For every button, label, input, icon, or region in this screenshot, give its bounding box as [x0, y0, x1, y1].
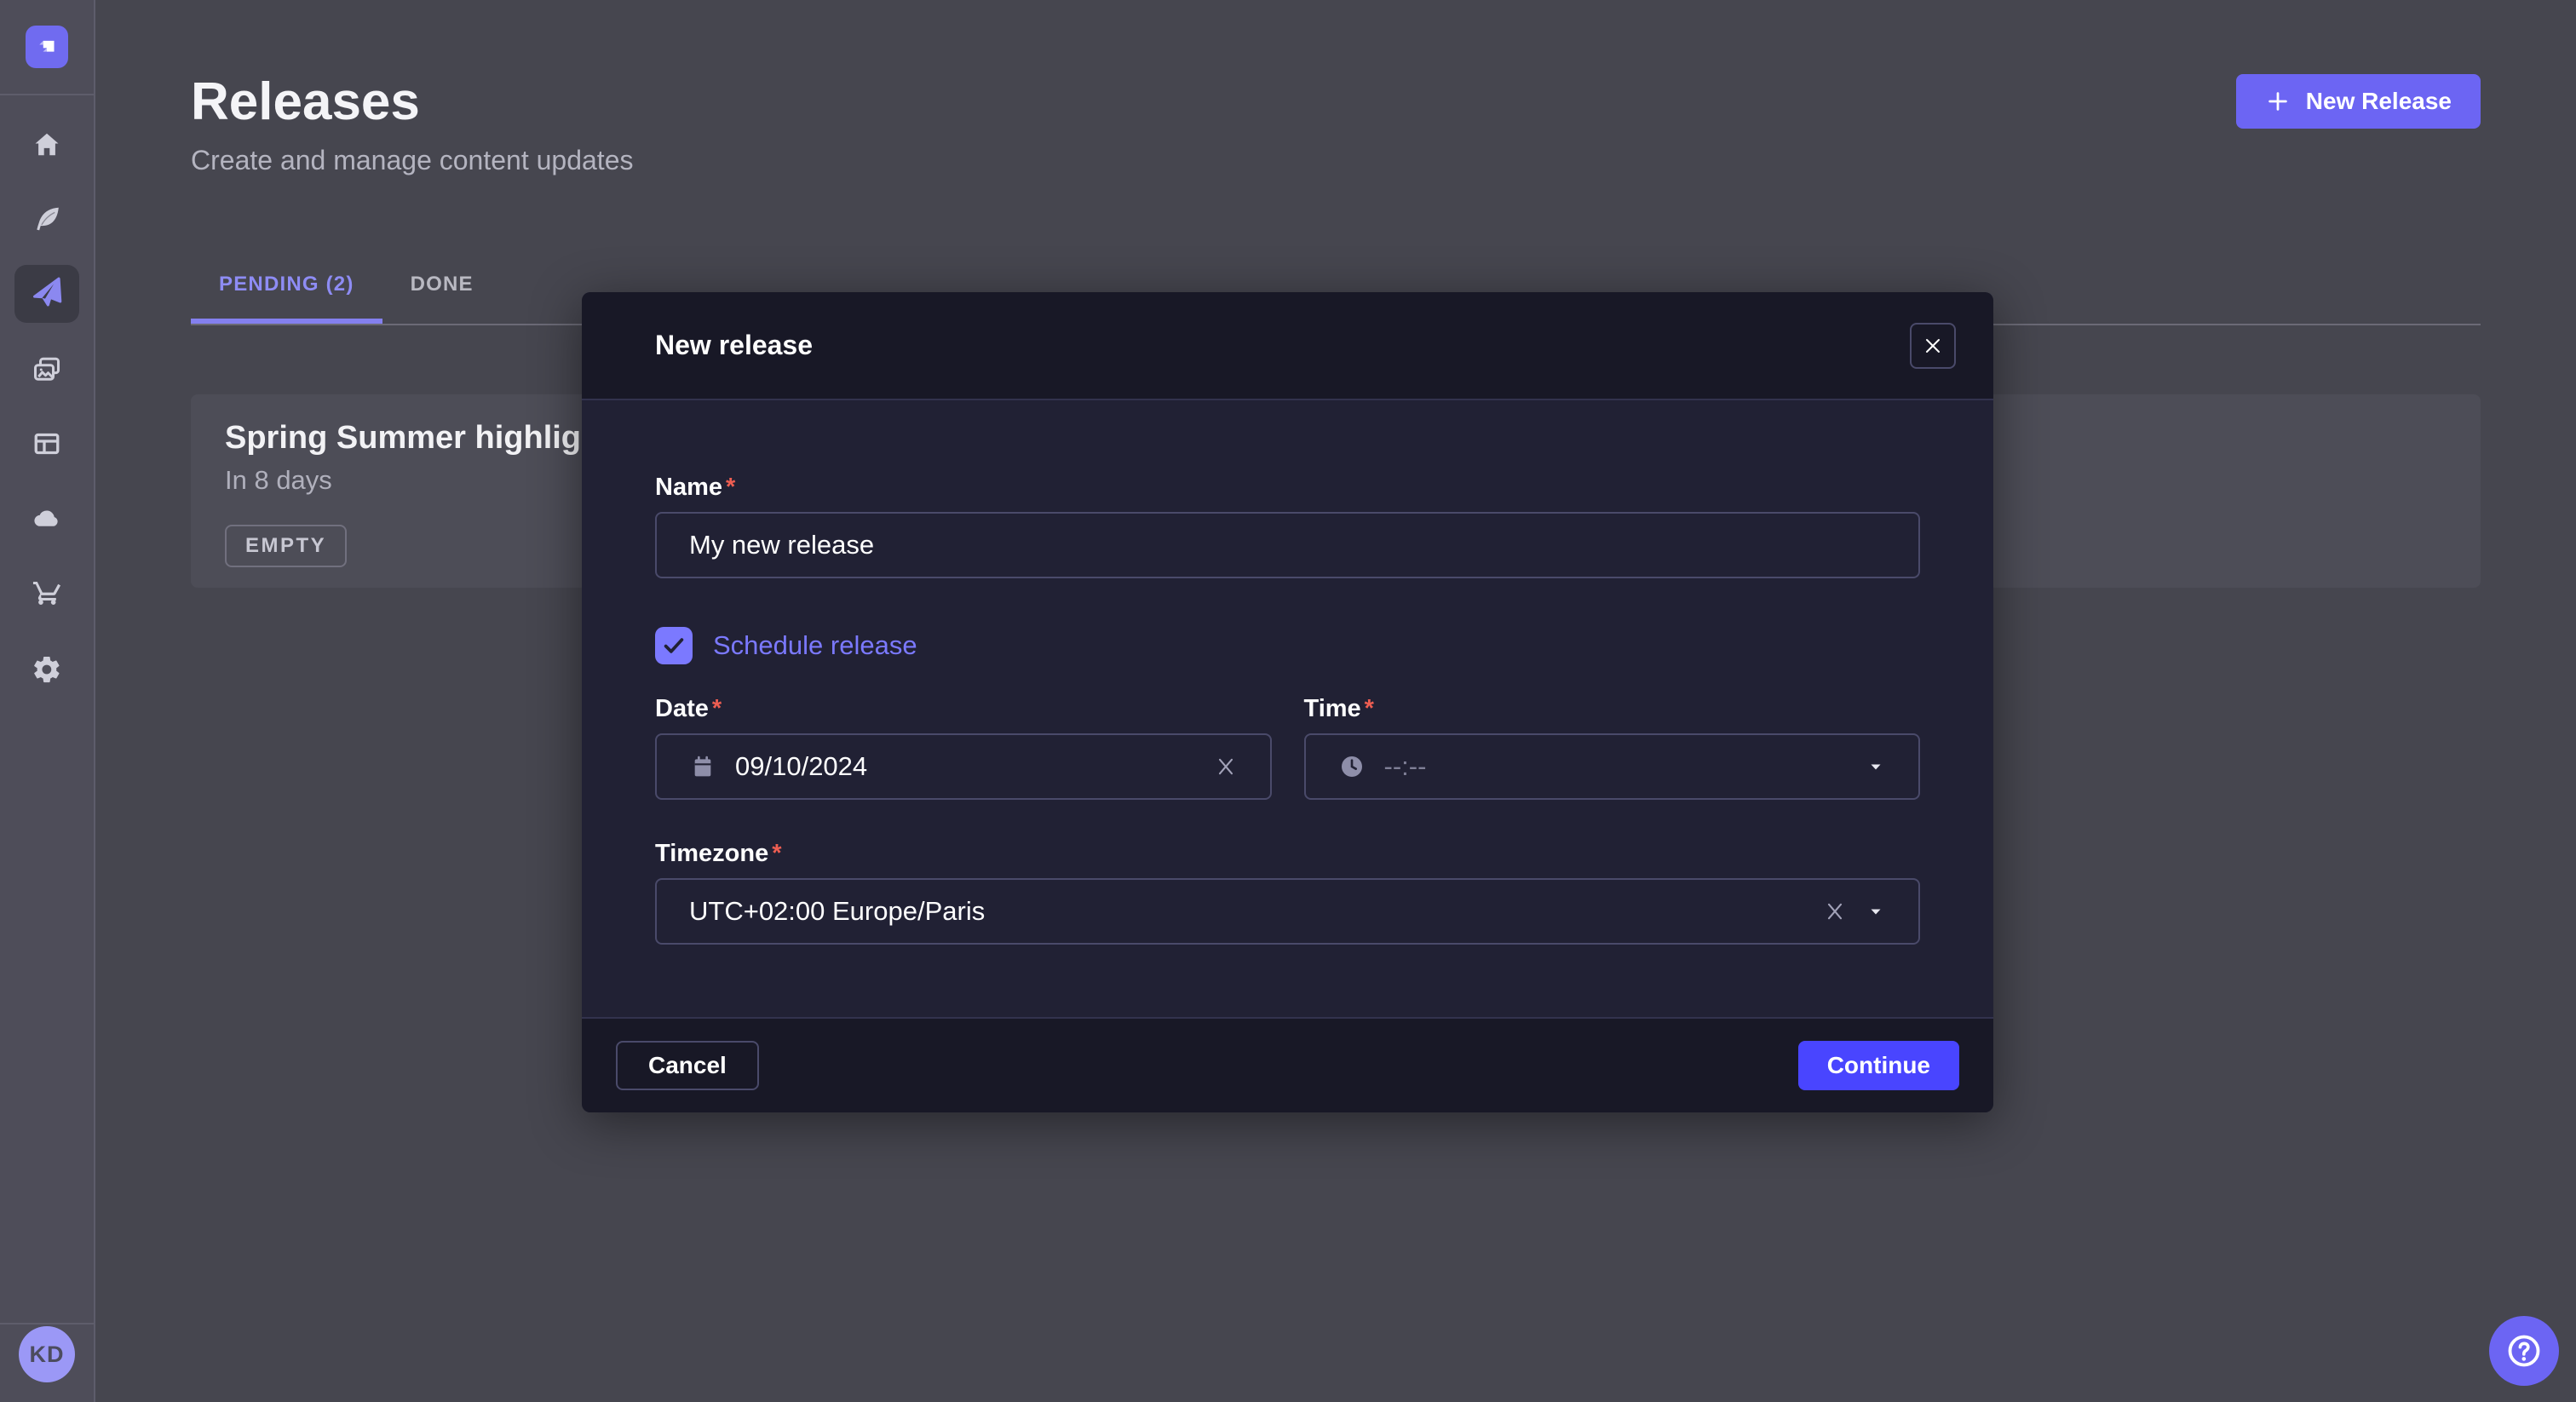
cart-icon: [32, 577, 62, 607]
continue-button[interactable]: Continue: [1798, 1041, 1959, 1090]
date-input[interactable]: [735, 751, 1195, 782]
chevron-down-icon[interactable]: [1866, 901, 1886, 922]
time-field-group: Time*: [1304, 695, 1921, 800]
timezone-input-box: [655, 878, 1920, 945]
user-avatar[interactable]: KD: [19, 1326, 75, 1382]
cloud-icon: [32, 503, 62, 533]
question-mark-icon: [2504, 1331, 2544, 1370]
home-icon: [32, 129, 62, 160]
timezone-label-text: Timezone: [655, 840, 768, 868]
modal-close-button[interactable]: [1910, 323, 1956, 369]
sidebar-item-settings[interactable]: [14, 641, 79, 698]
modal-body: Name* Schedule release Date*: [582, 400, 1993, 945]
timezone-field-group: Timezone*: [655, 840, 1920, 945]
name-label-text: Name: [655, 474, 722, 502]
sidebar-item-content-type-builder[interactable]: [14, 415, 79, 473]
sidebar-item-media-library[interactable]: [14, 341, 79, 399]
name-input-box: [655, 512, 1920, 578]
time-input-box: [1304, 733, 1921, 800]
sidebar-item-content[interactable]: [14, 190, 79, 248]
help-button[interactable]: [2489, 1316, 2559, 1386]
paper-plane-icon: [24, 271, 69, 316]
time-label-text: Time: [1304, 695, 1361, 723]
page-subtitle: Create and manage content updates: [191, 145, 633, 176]
cancel-button[interactable]: Cancel: [616, 1041, 759, 1090]
time-input[interactable]: [1384, 751, 1848, 782]
page-title: Releases: [191, 72, 420, 132]
sidebar-item-home[interactable]: [14, 116, 79, 174]
gear-icon: [32, 654, 62, 685]
name-field-label: Name*: [655, 474, 1920, 502]
tab-done[interactable]: DONE: [382, 261, 502, 324]
modal-footer: Cancel Continue: [582, 1017, 1993, 1112]
strapi-logo-icon: [32, 32, 61, 61]
required-mark: *: [1365, 695, 1374, 723]
release-card-status-badge: EMPTY: [225, 525, 347, 567]
name-input[interactable]: [689, 530, 1886, 560]
calendar-icon: [689, 753, 716, 780]
new-release-button-label: New Release: [2306, 88, 2452, 115]
layout-icon: [32, 428, 62, 459]
sidebar-divider-bottom: [0, 1323, 94, 1324]
clock-icon: [1338, 753, 1366, 780]
timezone-field-label: Timezone*: [655, 840, 1920, 868]
required-mark: *: [726, 474, 735, 502]
schedule-release-label[interactable]: Schedule release: [713, 630, 917, 661]
clear-timezone-icon[interactable]: [1823, 899, 1847, 923]
plus-icon: [2265, 89, 2291, 114]
date-field-group: Date*: [655, 695, 1272, 800]
timezone-input[interactable]: [689, 896, 1804, 927]
name-field-group: Name*: [655, 474, 1920, 578]
checkmark-icon: [661, 633, 687, 658]
tab-pending[interactable]: PENDING (2): [191, 261, 382, 324]
chevron-down-icon[interactable]: [1866, 756, 1886, 777]
new-release-button[interactable]: New Release: [2236, 74, 2481, 129]
date-label-text: Date: [655, 695, 709, 723]
required-mark: *: [772, 840, 781, 868]
schedule-release-checkbox[interactable]: [655, 627, 693, 664]
date-time-row: Date* Time*: [655, 695, 1920, 800]
clear-date-icon[interactable]: [1214, 755, 1238, 779]
schedule-release-row: Schedule release: [655, 627, 1920, 664]
date-field-label: Date*: [655, 695, 1272, 723]
sidebar-item-releases[interactable]: [14, 265, 79, 323]
app-logo-button[interactable]: [26, 26, 68, 68]
new-release-modal: New release Name* Schedule release: [582, 292, 1993, 1112]
media-library-icon: [32, 354, 62, 385]
date-input-box: [655, 733, 1272, 800]
feather-icon: [32, 204, 62, 234]
sidebar-item-deploy[interactable]: [14, 489, 79, 547]
close-icon: [1923, 336, 1943, 356]
time-field-label: Time*: [1304, 695, 1921, 723]
sidebar-item-marketplace[interactable]: [14, 563, 79, 621]
sidebar-divider-top: [0, 94, 94, 95]
sidebar: KD: [0, 0, 95, 1402]
required-mark: *: [712, 695, 722, 723]
modal-title: New release: [655, 330, 813, 361]
modal-header: New release: [582, 292, 1993, 400]
